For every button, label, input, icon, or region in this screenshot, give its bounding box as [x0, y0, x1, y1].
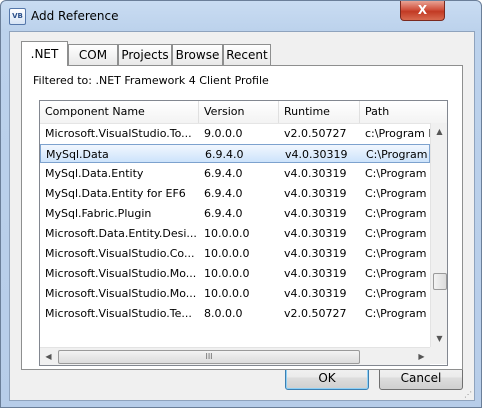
cell-component-name: Microsoft.VisualStudio.Co... [45, 247, 195, 260]
tab-com[interactable]: COM [68, 44, 118, 65]
cell-runtime: v4.0.30319 [284, 247, 347, 260]
cell-runtime: v4.0.30319 [284, 267, 347, 280]
cell-component-name: Microsoft.VisualStudio.To... [45, 127, 192, 140]
tab-recent[interactable]: Recent [223, 44, 271, 65]
table-row-selected[interactable]: MySql.Data 6.9.4.0 v4.0.30319 C:\Program [40, 144, 430, 163]
cell-runtime: v4.0.30319 [285, 148, 348, 161]
cell-runtime: v4.0.30319 [284, 287, 347, 300]
scroll-right-arrow-icon[interactable]: ▶ [413, 348, 430, 365]
window-title: Add Reference [31, 9, 119, 23]
tab-projects[interactable]: Projects [118, 44, 172, 65]
scrollbar-corner [430, 347, 447, 364]
title-bar[interactable]: VB Add Reference X [1, 1, 481, 31]
vertical-scroll-thumb[interactable] [433, 273, 447, 290]
cell-runtime: v4.0.30319 [284, 167, 347, 180]
cell-path: C:\Program [365, 307, 427, 320]
filter-label: Filtered to: .NET Framework 4 Client Pro… [33, 74, 269, 87]
cell-version: 10.0.0.0 [204, 267, 250, 280]
horizontal-scroll-thumb[interactable]: III [58, 350, 360, 364]
component-list[interactable]: Component Name Version Runtime Path Micr… [39, 100, 448, 366]
cell-component-name: Microsoft.VisualStudio.Te... [45, 307, 192, 320]
cell-path: C:\Program [365, 187, 427, 200]
table-row[interactable]: Microsoft.VisualStudio.Co... 10.0.0.0 v4.0… [40, 244, 430, 263]
cell-component-name: Microsoft.VisualStudio.Mo... [45, 287, 197, 300]
cell-component-name: Microsoft.VisualStudio.Mo... [45, 267, 197, 280]
vertical-scrollbar[interactable]: ▲ ▼ [430, 123, 447, 347]
cell-path: C:\Program [365, 287, 427, 300]
table-row[interactable]: MySql.Data.Entity for EF6 6.9.4.0 v4.0.303… [40, 184, 430, 203]
cell-version: 10.0.0.0 [204, 287, 250, 300]
close-button[interactable]: X [400, 1, 445, 21]
cell-runtime: v2.0.50727 [284, 127, 347, 140]
cell-runtime: v4.0.30319 [284, 227, 347, 240]
cell-version: 6.9.4.0 [205, 148, 244, 161]
dialog-body: .NET COM Projects Browse Recent Filtered… [9, 31, 475, 401]
cell-component-name: MySql.Data [46, 148, 109, 161]
net-tab-panel: Filtered to: .NET Framework 4 Client Pro… [21, 65, 463, 370]
list-header: Component Name Version Runtime Path [40, 101, 447, 124]
cell-path: C:\Program [365, 207, 427, 220]
cell-path: C:\Program [365, 247, 427, 260]
tab-browse[interactable]: Browse [172, 44, 223, 65]
table-row[interactable]: Microsoft.Data.Entity.Desi... 10.0.0.0 v4.… [40, 224, 430, 243]
cell-runtime: v4.0.30319 [284, 207, 347, 220]
cell-version: 8.0.0.0 [204, 307, 243, 320]
vb-app-icon: VB [9, 8, 26, 25]
cell-path: C:\Program [365, 167, 427, 180]
column-header-path[interactable]: Path [360, 101, 447, 123]
column-header-component-name[interactable]: Component Name [40, 101, 199, 123]
table-row[interactable]: MySql.Fabric.Plugin 6.9.4.0 v4.0.30319 C:\P… [40, 204, 430, 223]
cell-component-name: Microsoft.Data.Entity.Desi... [45, 227, 197, 240]
cell-runtime: v2.0.50727 [284, 307, 347, 320]
cell-runtime: v4.0.30319 [284, 187, 347, 200]
table-row[interactable]: MySql.Data.Entity 6.9.4.0 v4.0.30319 C:\Pro… [40, 164, 430, 183]
scroll-down-arrow-icon[interactable]: ▼ [431, 330, 447, 347]
cell-version: 9.0.0.0 [204, 127, 243, 140]
column-header-version[interactable]: Version [199, 101, 279, 123]
scroll-left-arrow-icon[interactable]: ◀ [40, 348, 57, 365]
table-row[interactable]: Microsoft.VisualStudio.Mo... 10.0.0.0 v4.0… [40, 284, 430, 303]
tab-net[interactable]: .NET [21, 41, 68, 66]
cell-version: 6.9.4.0 [204, 187, 243, 200]
resize-grip-icon[interactable]: ⋰ [464, 390, 474, 400]
table-row[interactable]: Microsoft.VisualStudio.Te... 8.0.0.0 v2.0.… [40, 304, 430, 323]
cell-version: 10.0.0.0 [204, 247, 250, 260]
horizontal-scrollbar[interactable]: ◀ III ▶ [40, 347, 430, 365]
cell-path: c:\Program F [365, 127, 430, 140]
cell-version: 6.9.4.0 [204, 207, 243, 220]
cell-component-name: MySql.Fabric.Plugin [45, 207, 152, 220]
cell-path: C:\Program [365, 227, 427, 240]
table-row[interactable]: Microsoft.VisualStudio.To... 9.0.0.0 v2.0.… [40, 124, 430, 143]
cell-path: C:\Program [366, 148, 428, 161]
cell-version: 10.0.0.0 [204, 227, 250, 240]
cell-component-name: MySql.Data.Entity [45, 167, 144, 180]
column-header-runtime[interactable]: Runtime [279, 101, 360, 123]
cell-component-name: MySql.Data.Entity for EF6 [45, 187, 186, 200]
cell-path: C:\Program [365, 267, 427, 280]
add-reference-dialog: VB Add Reference X .NET COM Projects Bro… [0, 0, 482, 408]
scroll-up-arrow-icon[interactable]: ▲ [431, 123, 447, 140]
cell-version: 6.9.4.0 [204, 167, 243, 180]
table-row[interactable]: Microsoft.VisualStudio.Mo... 10.0.0.0 v4.0… [40, 264, 430, 283]
